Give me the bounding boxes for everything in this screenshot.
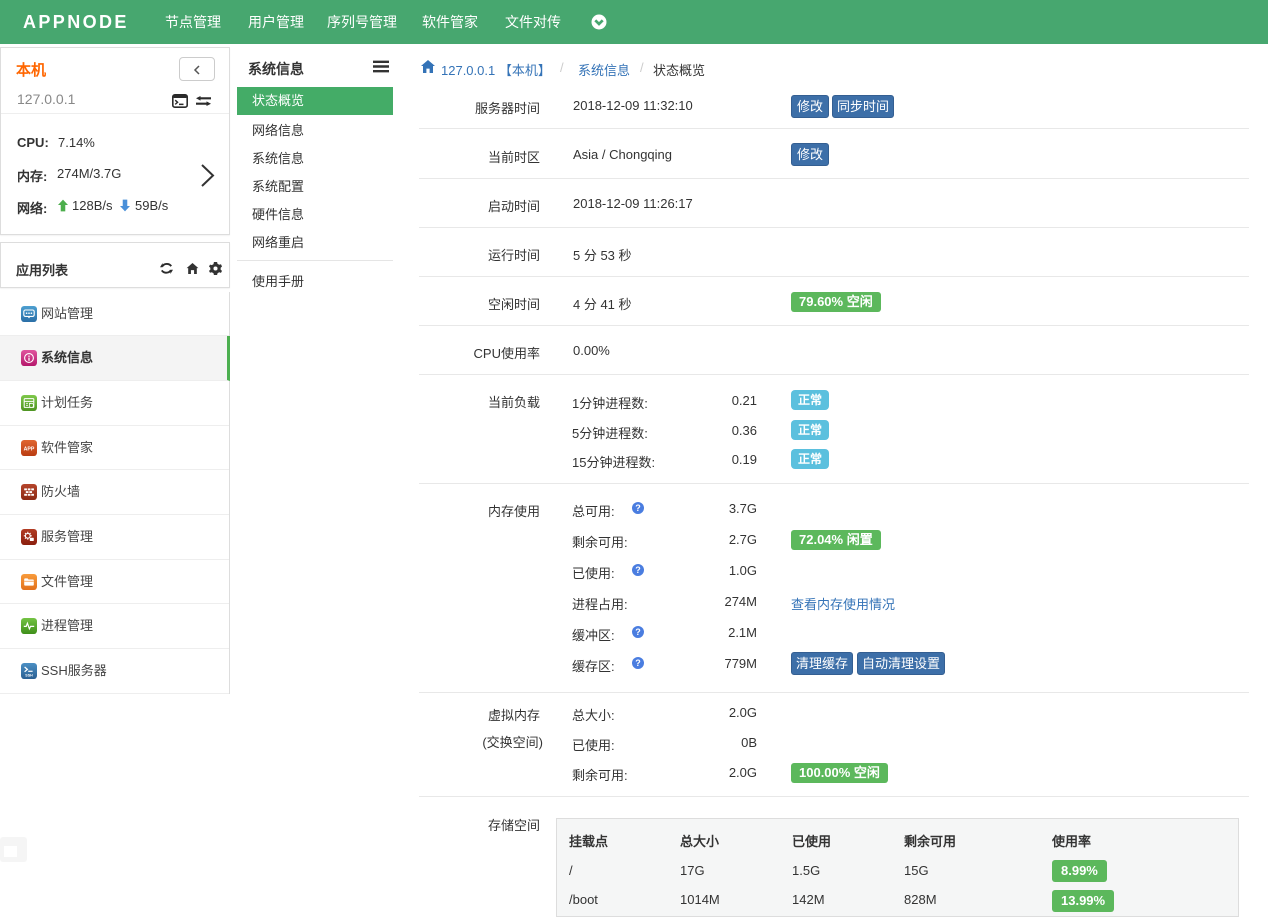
svg-text:SSH: SSH: [25, 674, 33, 678]
svg-text:APP: APP: [24, 446, 35, 452]
svg-text:APPNODE: APPNODE: [23, 12, 126, 32]
